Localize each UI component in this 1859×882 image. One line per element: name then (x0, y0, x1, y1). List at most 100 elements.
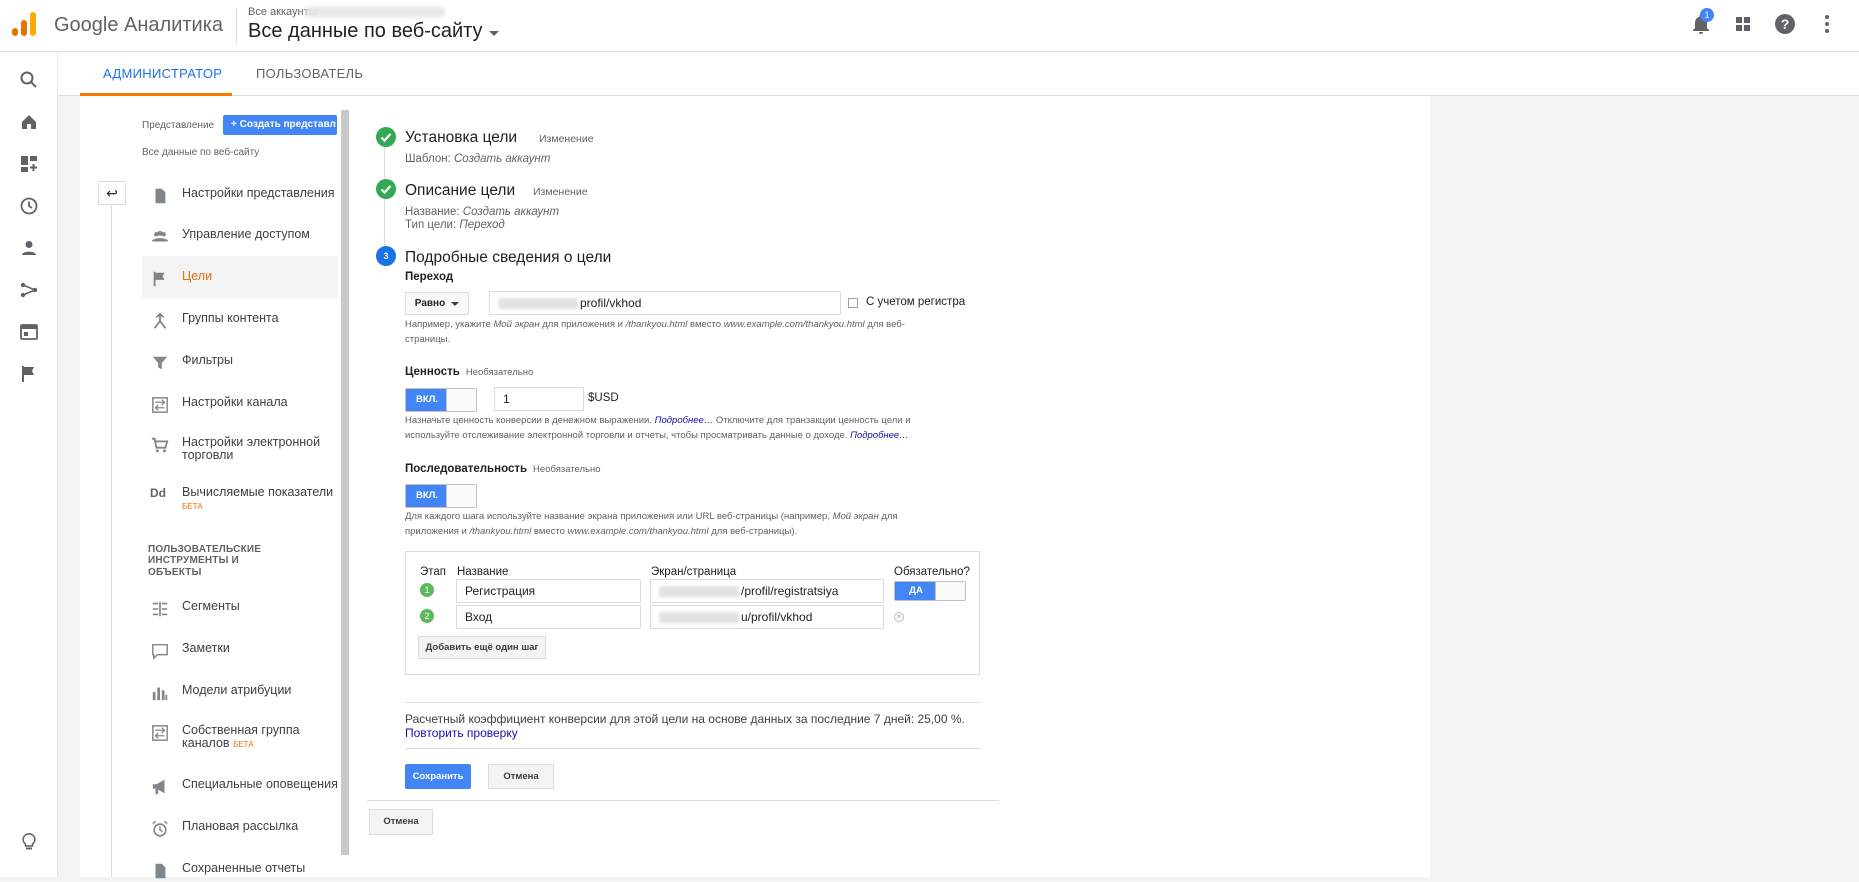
menu-item-text: Вычисляемые показатели (182, 485, 334, 499)
apps-icon[interactable] (1731, 12, 1755, 36)
menu-item-user-management[interactable]: Управление доступом (142, 214, 338, 256)
menu-item-filters[interactable]: Фильтры (142, 340, 338, 382)
create-view-button[interactable]: + Создать представл (223, 115, 337, 135)
lightbulb-icon[interactable] (19, 832, 39, 852)
menu-item-calculated-metrics[interactable]: Dd Вычисляемые показатели БЕТА (142, 476, 338, 528)
menu-item-label: Настройки электронной торговли (182, 435, 321, 462)
conversion-rate-text: Расчетный коэффициент конверсии для этой… (405, 712, 965, 726)
menu-item-content-grouping[interactable]: Группы контента (142, 298, 338, 340)
bar-chart-icon (152, 687, 168, 701)
check-circle-icon (376, 179, 396, 199)
value-label-text: Ценность (405, 366, 460, 378)
learn-more-link[interactable]: Подробнее… (655, 415, 714, 426)
brand-name[interactable]: Google Аналитика (54, 14, 223, 37)
step-number: 1 (420, 583, 434, 597)
cancel-goal-button[interactable]: Отмена (369, 809, 433, 835)
menu-item-label: Настройки канала (182, 395, 288, 409)
scrollbar[interactable] (341, 110, 349, 855)
menu-item-custom-channel-grouping[interactable]: Собственная группа каналов БЕТА (142, 712, 338, 764)
step-number: 2 (420, 609, 434, 623)
menu-item-label: Настройки представления (182, 186, 335, 200)
menu-item-goals[interactable]: Цели (142, 256, 338, 298)
customization-icon[interactable] (19, 154, 39, 174)
required-toggle[interactable]: ДА (894, 581, 966, 601)
menu-item-label: Вычисляемые показатели БЕТА (182, 486, 333, 513)
cancel-button[interactable]: Отмена (488, 764, 554, 789)
col-step: Этап (420, 566, 447, 578)
remove-step-icon[interactable]: × (894, 612, 904, 622)
step-name-input[interactable]: Регистрация (456, 579, 641, 603)
merge-icon (153, 312, 167, 329)
step2-change-link[interactable]: Изменение (533, 186, 588, 198)
value-amount-input[interactable]: 1 (494, 387, 584, 411)
menu-item-channel-settings[interactable]: Настройки канала (142, 382, 338, 424)
help-icon[interactable]: ? (1773, 12, 1797, 36)
case-sensitive-checkbox[interactable] (848, 298, 858, 308)
divider (405, 748, 980, 749)
step-number-badge: 3 (376, 246, 396, 266)
flag-icon[interactable] (19, 364, 39, 384)
name-label: Название: (405, 206, 460, 218)
divider (367, 800, 999, 801)
analytics-logo[interactable] (12, 10, 38, 36)
menu-item-view-settings[interactable]: Настройки представления (142, 174, 338, 214)
beta-badge: БЕТА (182, 502, 203, 511)
menu-item-segments[interactable]: Сегменты (142, 586, 338, 628)
acquisition-icon[interactable] (19, 280, 39, 300)
back-button[interactable]: ↩ (98, 181, 126, 205)
funnel-toggle[interactable]: ВКЛ. (405, 484, 477, 508)
search-icon[interactable] (19, 70, 39, 90)
optional-tag: Необязательно (533, 464, 601, 475)
menu-group-title-cont: ОБЪЕКТЫ (148, 567, 202, 578)
megaphone-icon (152, 779, 165, 795)
funnel-label: Последовательность Необязательно (405, 463, 601, 475)
document-icon (155, 863, 166, 879)
view-name[interactable]: Все данные по веб-сайту (142, 147, 259, 158)
step-name-input[interactable]: Вход (456, 605, 641, 629)
home-icon[interactable] (19, 112, 39, 132)
menu-item-scheduled-emails[interactable]: Плановая рассылка (142, 806, 338, 848)
menu-item-custom-alerts[interactable]: Специальные оповещения (142, 764, 338, 806)
menu-item-attribution-models[interactable]: Модели атрибуции (142, 670, 338, 712)
step-page-value: /profil/registratsiya (741, 584, 839, 598)
hint-example: Мой экран (493, 319, 540, 330)
divider (405, 702, 980, 703)
step1-change-link[interactable]: Изменение (539, 133, 594, 145)
template-value: Создать аккаунт (454, 153, 551, 165)
menu-item-ecommerce-settings[interactable]: Настройки электронной торговли (142, 424, 338, 476)
verify-link[interactable]: Повторить проверку (405, 726, 518, 740)
save-button[interactable]: Сохранить (405, 764, 471, 789)
hint-text: для веб-страницы). (711, 526, 798, 537)
template-label: Шаблон: (405, 153, 451, 165)
tab-user[interactable]: ПОЛЬЗОВАТЕЛЬ (256, 66, 363, 81)
menu-item-label: Заметки (182, 641, 230, 655)
channel-icon (152, 397, 168, 413)
hint-example: /thankyou.html (469, 526, 532, 537)
match-type-dropdown[interactable]: Равно (405, 292, 469, 315)
bell-icon[interactable]: 1 (1689, 8, 1714, 36)
person-icon[interactable] (19, 238, 39, 258)
tab-admin[interactable]: АДМИНИСТРАТОР (103, 66, 222, 81)
clock-icon[interactable] (19, 196, 39, 216)
value-toggle[interactable]: ВКЛ. (405, 388, 477, 412)
hint-text: используйте отслеживание электронной тор… (405, 430, 848, 441)
step-page-input[interactable]: u/profil/vkhod (650, 605, 884, 629)
value-hint: Назначьте ценность конверсии в денежном … (405, 413, 965, 443)
menu-item-label: Цели (182, 269, 213, 283)
destination-input[interactable]: profil/vkhod (489, 291, 841, 315)
more-icon[interactable] (1815, 12, 1839, 36)
currency-label: $USD (588, 392, 619, 404)
menu-item-annotations[interactable]: Заметки (142, 628, 338, 670)
learn-more-link[interactable]: Подробнее… (850, 430, 909, 441)
step-page-input[interactable]: /profil/registratsiya (650, 579, 884, 603)
header-actions: 1 ? (1689, 8, 1839, 36)
menu-item-label: Собственная группа каналов БЕТА (182, 724, 302, 751)
col-screen: Экран/страница (651, 566, 737, 578)
redacted-domain (659, 612, 739, 624)
step2-name: Название: Создать аккаунт (405, 206, 559, 218)
behavior-icon[interactable] (19, 322, 39, 342)
toggle-knob (446, 389, 476, 411)
hint-text: приложения и (405, 526, 467, 537)
add-step-button[interactable]: Добавить ещё один шаг (418, 636, 546, 659)
view-selector[interactable]: Все данные по веб-сайту (248, 20, 499, 43)
